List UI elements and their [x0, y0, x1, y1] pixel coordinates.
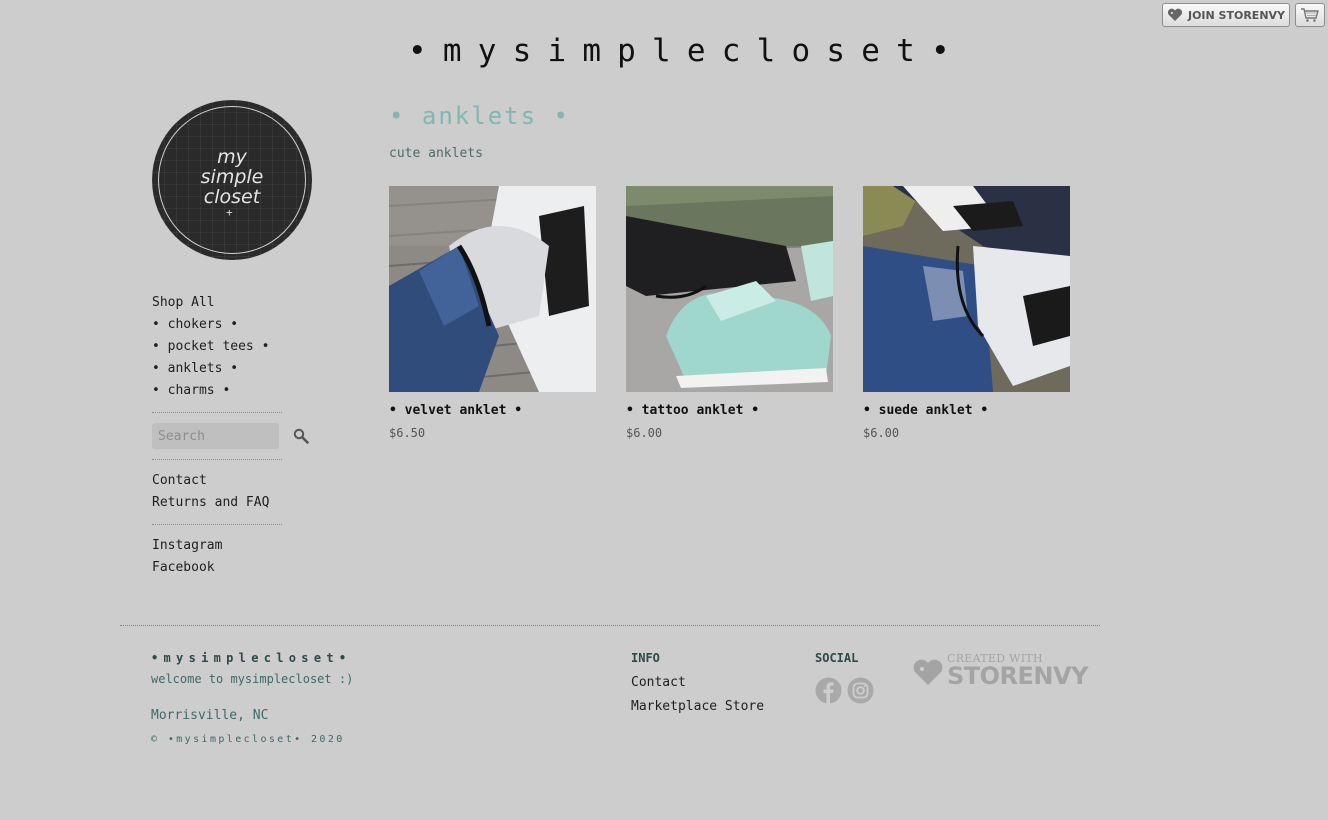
category-title: • anklets • — [389, 102, 570, 130]
sidebar-divider — [152, 524, 282, 525]
instagram-icon[interactable] — [847, 677, 874, 704]
product-price: $6.50 — [389, 426, 426, 440]
product-photo — [863, 186, 1070, 392]
product-price: $6.00 — [863, 426, 900, 440]
search-form — [152, 423, 312, 449]
nav-contact[interactable]: Contact — [152, 470, 312, 492]
nav-facebook[interactable]: Facebook — [152, 557, 312, 579]
product-name[interactable]: • suede anklet • — [863, 403, 1070, 419]
category-nav: Shop All • chokers • • pocket tees • • a… — [152, 292, 312, 402]
footer-marketplace-link[interactable]: Marketplace Store — [631, 699, 764, 714]
social-nav: Instagram Facebook — [152, 535, 312, 579]
logo-line-3: closet — [203, 186, 261, 208]
product-grid: • velvet anklet • $6.50 • tattoo anklet … — [389, 186, 1079, 441]
info-nav: Contact Returns and FAQ — [152, 470, 312, 514]
nav-anklets[interactable]: • anklets • — [152, 358, 312, 380]
site-title[interactable]: •mysimplecloset• — [408, 30, 1078, 72]
main-content: • anklets • cute anklets • velvet anklet… — [389, 100, 1079, 441]
storenvy-topbar: JOIN STORENVY — [1162, 3, 1325, 27]
product-image-tattoo-anklet[interactable] — [626, 186, 833, 392]
footer-location: Morrisville, NC — [151, 708, 269, 723]
logo-line-1: my — [217, 146, 247, 168]
nav-shop-all[interactable]: Shop All — [152, 292, 312, 314]
magnifier-icon[interactable] — [293, 428, 309, 444]
product-name[interactable]: • velvet anklet • — [389, 403, 596, 419]
created-with-storenvy-badge[interactable]: CREATED WITH STORENVY — [913, 652, 1088, 692]
footer-copyright: © •mysimplecloset• 2020 — [151, 734, 345, 745]
product-photo — [389, 186, 596, 392]
product-image-suede-anklet[interactable] — [863, 186, 1070, 392]
product-card[interactable]: • velvet anklet • $6.50 — [389, 186, 596, 441]
product-photo — [626, 186, 833, 392]
join-storenvy-button[interactable]: JOIN STORENVY — [1162, 3, 1290, 27]
facebook-icon[interactable] — [815, 677, 842, 704]
product-card[interactable]: • suede anklet • $6.00 — [863, 186, 1070, 441]
storenvy-wordmark: STORENVY — [947, 662, 1088, 690]
nav-charms[interactable]: • charms • — [152, 380, 312, 402]
nav-instagram[interactable]: Instagram — [152, 535, 312, 557]
logo-line-2: simple — [200, 166, 264, 188]
category-description: cute anklets — [389, 146, 483, 161]
storenvy-heart-icon — [913, 659, 943, 685]
product-name[interactable]: • tattoo anklet • — [626, 403, 833, 419]
logo-plus-mark: + — [226, 206, 233, 219]
heart-tag-icon — [1167, 8, 1183, 21]
search-input[interactable] — [152, 423, 279, 449]
store-logo[interactable]: my simple closet + — [152, 100, 312, 260]
product-image-velvet-anklet[interactable] — [389, 186, 596, 392]
footer-info-heading: INFO — [631, 651, 660, 665]
footer-brand: •mysimplecloset• — [151, 651, 352, 665]
shopping-cart-icon — [1301, 8, 1319, 22]
sidebar-divider — [152, 459, 282, 460]
logo-text: my simple closet — [201, 147, 264, 207]
nav-chokers[interactable]: • chokers • — [152, 314, 312, 336]
footer-social-heading: SOCIAL — [815, 651, 859, 665]
sidebar: Shop All • chokers • • pocket tees • • a… — [152, 292, 312, 579]
nav-returns-faq[interactable]: Returns and FAQ — [152, 492, 312, 514]
join-storenvy-label: JOIN STORENVY — [1187, 8, 1286, 22]
footer-welcome: welcome to mysimplecloset :) — [151, 672, 354, 686]
sidebar-divider — [152, 412, 282, 413]
footer-divider — [120, 625, 1100, 626]
cart-button[interactable] — [1295, 3, 1325, 27]
nav-pocket-tees[interactable]: • pocket tees • — [152, 336, 312, 358]
product-price: $6.00 — [626, 426, 663, 440]
footer-social-icons — [815, 677, 874, 704]
product-card[interactable]: • tattoo anklet • $6.00 — [626, 186, 833, 441]
footer-contact-link[interactable]: Contact — [631, 675, 686, 690]
